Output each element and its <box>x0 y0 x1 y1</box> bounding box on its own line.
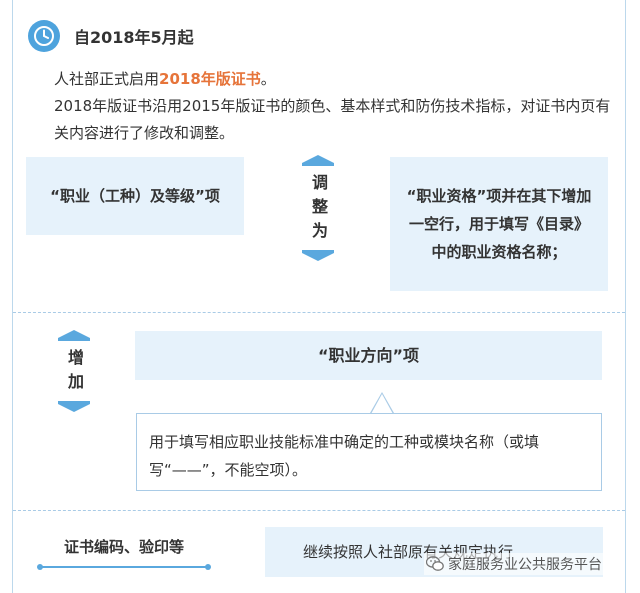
divider <box>13 510 625 511</box>
cert-label-underline <box>37 564 211 570</box>
certificate-version-highlight: 2018年版证书 <box>159 70 261 88</box>
intro-line-1: 人社部正式启用2018年版证书。 <box>24 66 620 93</box>
divider <box>13 312 625 313</box>
adjust-label: 调整为 <box>302 155 334 261</box>
cert-label-text: 证书编码、验印等 <box>63 538 184 556</box>
cert-label: 证书编码、验印等 <box>37 532 211 570</box>
watermark: 家庭服务业公共服务平台 <box>424 553 604 575</box>
watermark-text: 家庭服务业公共服务平台 <box>448 557 602 573</box>
old-item-box: “职业（工种）及等级”项 <box>26 157 244 235</box>
arrow-down-icon <box>302 253 334 261</box>
page-title: 自2018年5月起 <box>74 28 194 47</box>
clock-icon <box>28 20 60 52</box>
new-item-box: “职业资格”项并在其下增加一空行，用于填写《目录》中的职业资格名称； <box>390 157 608 291</box>
added-item-text: “职业方向”项 <box>317 345 420 365</box>
added-item-note: 用于填写相应职业技能标准中确定的工种或模块名称（或填写“——”，不能空项）。 <box>136 413 602 491</box>
new-item-text: “职业资格”项并在其下增加一空行，用于填写《目录》中的职业资格名称； <box>406 187 592 261</box>
arrow-down-icon <box>58 404 90 412</box>
intro-line-1-suffix: 。 <box>260 70 276 88</box>
wechat-icon <box>426 556 444 572</box>
arrow-up-icon <box>58 330 90 338</box>
old-item-text: “职业（工种）及等级”项 <box>50 187 220 205</box>
intro-line-2: 2018年版证书沿用2015年版证书的颜色、基本样式和防伤技术指标，对证书内页有… <box>54 97 611 142</box>
intro-line-1-prefix: 人社部正式启用 <box>54 70 160 88</box>
intro-paragraph: 人社部正式启用2018年版证书。 2018年版证书沿用2015年版证书的颜色、基… <box>24 66 620 147</box>
adjust-label-text: 调整为 <box>309 174 328 246</box>
arrow-up-icon <box>302 155 334 163</box>
add-label: 增加 <box>58 330 90 412</box>
added-item-box: “职业方向”项 <box>135 331 602 380</box>
added-item-note-text: 用于填写相应职业技能标准中确定的工种或模块名称（或填写“——”，不能空项）。 <box>149 433 540 479</box>
section-header: 自2018年5月起 <box>28 20 194 52</box>
add-label-text: 增加 <box>65 349 84 397</box>
